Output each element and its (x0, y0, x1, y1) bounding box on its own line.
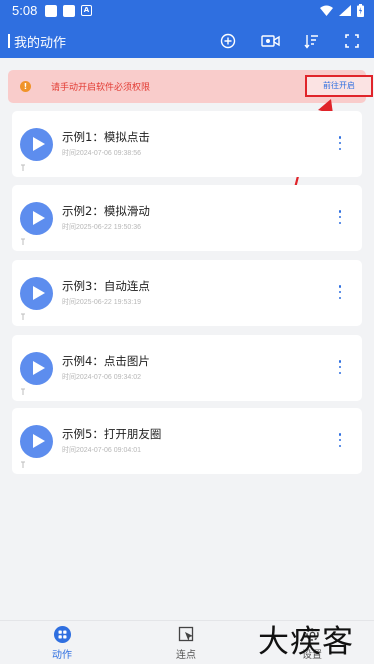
app-badge-icon: A (81, 5, 92, 16)
action-time: 时间2024-07-06 09:38:56 (62, 150, 141, 157)
more-options-icon[interactable] (338, 433, 342, 447)
nav-clicker[interactable]: 连点 (156, 621, 216, 664)
cursor-click-icon (178, 626, 194, 642)
nav-label: 动作 (52, 650, 72, 661)
play-button[interactable] (20, 202, 53, 235)
action-title: 示例2：模拟滑动 (62, 204, 150, 218)
action-title: 示例4：点击图片 (62, 354, 150, 368)
play-button[interactable] (20, 128, 53, 161)
pin-icon (21, 164, 25, 171)
status-time: 5:08 (12, 3, 38, 18)
sort-icon[interactable] (303, 32, 321, 50)
signal-icon (339, 5, 351, 16)
actions-grid-icon (54, 626, 71, 643)
pin-icon (21, 238, 25, 245)
wifi-icon (320, 5, 333, 16)
notification-icon (45, 5, 57, 17)
warning-icon: ! (20, 81, 31, 92)
status-indicators (320, 4, 364, 17)
page-title: 我的动作 (14, 36, 67, 51)
more-options-icon[interactable] (338, 360, 342, 374)
record-video-icon[interactable] (261, 32, 280, 50)
more-options-icon[interactable] (338, 210, 342, 224)
action-card[interactable]: 示例5：打开朋友圈 时间2024-07-06 09:04:01 (12, 408, 362, 474)
alert-message: 请手动开启软件必须权限 (51, 83, 151, 93)
notification-icon (63, 5, 75, 17)
action-card[interactable]: 示例2：模拟滑动 时间2025-06-22 19:50:36 (12, 185, 362, 251)
app-bar: 我的动作 (0, 24, 374, 58)
action-title: 示例3：自动连点 (62, 279, 150, 293)
action-time: 时间2024-07-06 09:04:01 (62, 447, 141, 454)
status-bar: 5:08 A (0, 0, 374, 24)
action-card[interactable]: 示例4：点击图片 时间2024-07-06 09:34:02 (12, 335, 362, 401)
permission-alert: ! 请手动开启软件必须权限 前往开启 (8, 70, 373, 103)
pin-icon (21, 313, 25, 320)
action-time: 时间2025-06-22 19:50:36 (62, 224, 141, 231)
action-title: 示例1：模拟点击 (62, 130, 150, 144)
pin-icon (21, 461, 25, 468)
action-card[interactable]: 示例1：模拟点击 时间2024-07-06 09:38:56 (12, 111, 362, 177)
pin-icon (21, 388, 25, 395)
action-time: 时间2024-07-06 09:34:02 (62, 374, 141, 381)
play-button[interactable] (20, 425, 53, 458)
nav-actions[interactable]: 动作 (32, 621, 92, 664)
battery-icon (357, 4, 364, 17)
more-options-icon[interactable] (338, 285, 342, 299)
play-button[interactable] (20, 277, 53, 310)
play-button[interactable] (20, 352, 53, 385)
add-icon[interactable] (219, 32, 237, 50)
title-accent (8, 34, 10, 48)
action-card[interactable]: 示例3：自动连点 时间2025-06-22 19:53:19 (12, 260, 362, 326)
action-title: 示例5：打开朋友圈 (62, 427, 162, 441)
go-enable-button[interactable]: 前往开启 (305, 75, 373, 97)
action-time: 时间2025-06-22 19:53:19 (62, 299, 141, 306)
watermark: 大疾客 (258, 624, 354, 660)
nav-label: 连点 (176, 650, 196, 661)
more-options-icon[interactable] (338, 136, 342, 150)
fullscreen-icon[interactable] (343, 32, 361, 50)
